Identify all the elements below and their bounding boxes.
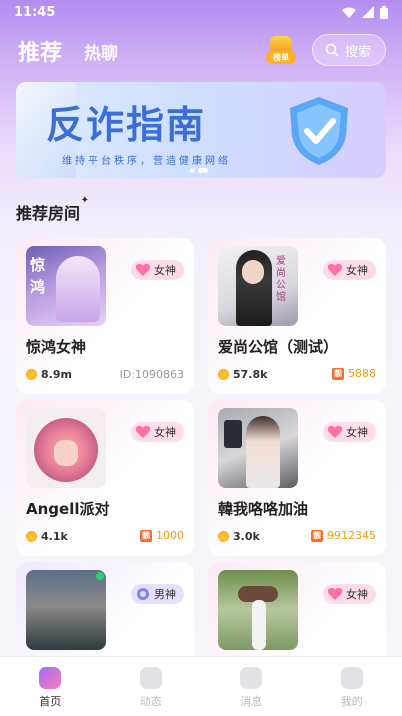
- nav-profile[interactable]: 我的: [312, 657, 392, 716]
- banner-pager: [190, 168, 208, 173]
- fire-icon: [218, 369, 229, 380]
- tab-hot-chat[interactable]: 热聊: [84, 39, 118, 64]
- room-cover: [218, 408, 298, 488]
- status-icons: [342, 5, 388, 19]
- room-pretty-id: 靓 1000: [140, 529, 184, 542]
- room-card[interactable]: 爱尚公馆 女神 爱尚公馆（测试） 57.8k 靓 5888: [208, 238, 386, 394]
- section-title-text: 推荐房间: [16, 204, 81, 223]
- nav-home[interactable]: 首页: [10, 657, 90, 716]
- room-tag: 女神: [323, 584, 376, 604]
- room-name: 爱尚公馆（测试）: [218, 338, 339, 356]
- room-cover: [26, 408, 106, 488]
- anti-fraud-banner[interactable]: 反诈指南 维持平台秩序，营造健康网络: [16, 82, 386, 178]
- room-name: Angell派对: [26, 500, 110, 518]
- search-icon: [325, 43, 339, 57]
- room-cover: [218, 570, 298, 650]
- banner-subtitle: 维持平台秩序，营造健康网络: [62, 156, 231, 167]
- room-tag: 女神: [323, 422, 376, 442]
- nav-messages[interactable]: 消息: [211, 657, 291, 716]
- room-name: 韓我咯咯加油: [218, 500, 309, 518]
- nav-label: 我的: [340, 695, 363, 708]
- message-icon: [240, 667, 263, 689]
- room-tag-label: 女神: [154, 426, 176, 439]
- fire-icon: [26, 531, 37, 542]
- pretty-id-badge: 靓: [332, 367, 344, 380]
- search-placeholder: 搜索: [345, 44, 372, 60]
- tab-recommend[interactable]: 推荐: [18, 35, 62, 67]
- room-pretty-id: 靓 5888: [332, 367, 376, 380]
- sparkle-icon: ✦: [80, 195, 90, 206]
- room-popularity-value: 3.0k: [233, 530, 260, 543]
- male-badge-icon: [137, 588, 149, 600]
- nav-label: 首页: [39, 695, 62, 708]
- room-cover: [26, 570, 106, 650]
- room-tag: 女神: [131, 260, 184, 280]
- heart-badge-icon: [135, 263, 151, 276]
- wifi-icon: [342, 7, 356, 18]
- feed-icon: [139, 667, 162, 689]
- room-cover: 惊鸿: [26, 246, 106, 326]
- room-name: 惊鸿女神: [26, 338, 87, 356]
- status-bar: 11:45: [0, 0, 402, 24]
- rank-label: 榜单: [266, 51, 296, 64]
- room-popularity-value: 4.1k: [41, 530, 68, 543]
- room-tag: 男神: [131, 584, 184, 604]
- room-popularity: 8.9m: [26, 368, 72, 381]
- pretty-id-badge: 靓: [140, 529, 152, 542]
- room-popularity-value: 8.9m: [41, 368, 72, 381]
- pretty-id-badge: 靓: [311, 529, 323, 542]
- room-card[interactable]: 女神 韓我咯咯加油 3.0k 靓 9912345: [208, 400, 386, 556]
- room-popularity: 3.0k: [218, 530, 260, 543]
- online-indicator: [96, 572, 104, 580]
- signal-icon: [362, 6, 374, 18]
- room-tag: 女神: [131, 422, 184, 442]
- room-tag-label: 女神: [346, 426, 368, 439]
- heart-badge-icon: [327, 263, 343, 276]
- pager-dot-active: [198, 168, 208, 173]
- room-popularity: 57.8k: [218, 368, 267, 381]
- room-id: ID:1090863: [119, 368, 184, 381]
- top-header: 推荐 热聊 榜单 搜索: [18, 34, 386, 68]
- fire-icon: [26, 369, 37, 380]
- nav-label: 动态: [139, 695, 162, 708]
- room-tag-label: 女神: [346, 264, 368, 277]
- room-pretty-id: 靓 9912345: [311, 529, 376, 542]
- heart-badge-icon: [327, 425, 343, 438]
- nav-label: 消息: [240, 695, 263, 708]
- search-box[interactable]: 搜索: [312, 34, 386, 66]
- room-cover: 爱尚公馆: [218, 246, 298, 326]
- room-tag: 女神: [323, 260, 376, 280]
- room-card[interactable]: 惊鸿 女神 惊鸿女神 8.9m ID:1090863: [16, 238, 194, 394]
- bottom-nav: 首页 动态 消息 我的: [0, 656, 402, 716]
- rank-button[interactable]: 榜单: [266, 34, 296, 64]
- status-time: 11:45: [14, 4, 56, 20]
- heart-badge-icon: [135, 425, 151, 438]
- room-popularity-value: 57.8k: [233, 368, 268, 381]
- room-tag-label: 男神: [154, 588, 176, 601]
- home-icon: [39, 667, 62, 689]
- pretty-id-value: 1000: [156, 529, 184, 542]
- pretty-id-value: 9912345: [327, 529, 376, 542]
- fire-icon: [218, 531, 229, 542]
- room-card[interactable]: 女神 Angell派对 4.1k 靓 1000: [16, 400, 194, 556]
- pager-dot: [190, 168, 195, 173]
- battery-icon: [380, 5, 388, 19]
- section-title: 推荐房间 ✦: [16, 195, 89, 224]
- heart-badge-icon: [327, 587, 343, 600]
- pretty-id-value: 5888: [348, 367, 376, 380]
- profile-icon: [340, 667, 363, 689]
- room-tag-label: 女神: [154, 264, 176, 277]
- banner-title: 反诈指南: [46, 103, 207, 147]
- nav-feed[interactable]: 动态: [111, 657, 191, 716]
- room-tag-label: 女神: [346, 588, 368, 601]
- room-popularity: 4.1k: [26, 530, 68, 543]
- shield-check-icon: [290, 97, 348, 165]
